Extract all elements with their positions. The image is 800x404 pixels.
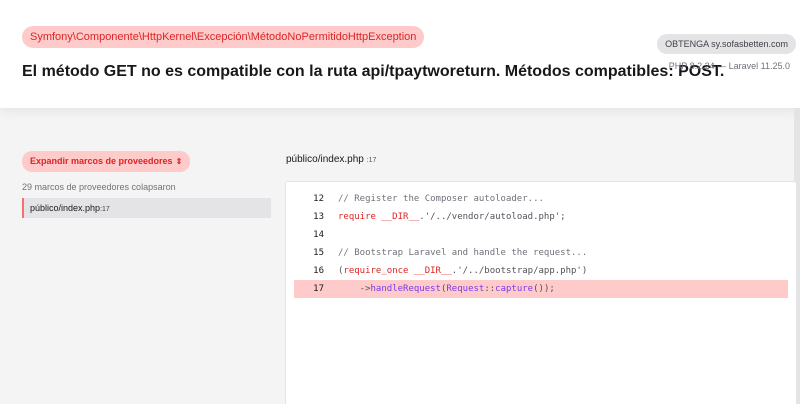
code-file-name: público/index.php bbox=[286, 154, 364, 165]
code-text: (require_once __DIR__.'/../bootstrap/app… bbox=[338, 262, 587, 280]
expand-vendor-frames-button[interactable]: Expandir marcos de proveedores ⇕ bbox=[22, 151, 191, 172]
code-text: require __DIR__.'/../vendor/autoload.php… bbox=[338, 208, 566, 226]
code-snippet-panel: 12 // Register the Composer autoloader...… bbox=[285, 181, 797, 404]
frame-file: público/index.php bbox=[30, 203, 101, 213]
version-info: PHP 8.2.24 — Laravel 11.25.0 bbox=[668, 61, 790, 71]
code-token: handleRequest bbox=[370, 284, 441, 294]
chevron-up-down-icon: ⇕ bbox=[175, 157, 183, 166]
code-token: // Bootstrap Laravel and handle the requ… bbox=[338, 248, 588, 258]
code-file-title: público/index.php :17 bbox=[286, 154, 376, 165]
code-token: ()); bbox=[533, 284, 555, 294]
line-number: 13 bbox=[313, 212, 324, 222]
collapsed-frames-count: 29 marcos de proveedores colapsaron bbox=[22, 182, 176, 192]
code-file-line: :17 bbox=[366, 157, 377, 164]
code-line: 12 // Register the Composer autoloader... bbox=[294, 190, 788, 208]
code-token: .'/../bootstrap/app.php') bbox=[451, 266, 588, 276]
line-number: 15 bbox=[313, 248, 324, 258]
code-token: :: bbox=[484, 284, 496, 294]
code-token: // Register the Composer autoloader... bbox=[338, 194, 544, 204]
stack-frame-item[interactable]: público/index.php:17 bbox=[22, 198, 271, 218]
exception-class-badge: Symfony\Componente\HttpKernel\Excepción\… bbox=[22, 26, 425, 48]
code-token: capture bbox=[495, 284, 534, 294]
code-line: 17 ->handleRequest(Request::capture()); bbox=[294, 280, 788, 298]
code-line: 16 (require_once __DIR__.'/../bootstrap/a… bbox=[294, 262, 788, 280]
request-url-badge: OBTENGA sy.sofasbetten.com bbox=[657, 34, 796, 54]
error-header: Symfony\Componente\HttpKernel\Excepción\… bbox=[0, 0, 800, 108]
code-text: // Register the Composer autoloader... bbox=[338, 190, 544, 208]
line-number: 17 bbox=[313, 284, 324, 294]
code-line: 13 require __DIR__.'/../vendor/autoload.p… bbox=[294, 208, 788, 226]
code-token: require __DIR__ bbox=[338, 212, 420, 222]
frame-line-number: :17 bbox=[100, 206, 110, 213]
line-number: 16 bbox=[313, 266, 324, 276]
code-line: 15 // Bootstrap Laravel and handle the re… bbox=[294, 244, 788, 262]
code-text: ->handleRequest(Request::capture()); bbox=[338, 280, 555, 298]
code-token: Request bbox=[446, 284, 485, 294]
error-message: El método GET no es compatible con la ru… bbox=[22, 63, 725, 80]
code-token: require_once __DIR__ bbox=[343, 266, 452, 276]
code-token: .'/../vendor/autoload.php'; bbox=[419, 212, 566, 222]
line-number: 14 bbox=[313, 230, 324, 240]
line-number: 12 bbox=[313, 194, 324, 204]
code-token: -> bbox=[338, 284, 371, 294]
expand-button-label: Expandir marcos de proveedores bbox=[30, 156, 173, 166]
code-text: // Bootstrap Laravel and handle the requ… bbox=[338, 244, 587, 262]
code-line: 14 bbox=[294, 226, 788, 244]
